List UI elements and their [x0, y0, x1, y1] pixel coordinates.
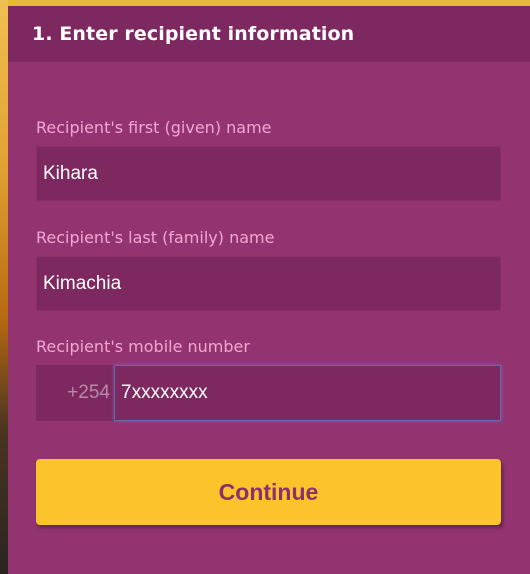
recipient-form: Recipient's first (given) name Recipient… — [8, 62, 530, 525]
mobile-number-row: +254 — [36, 365, 501, 421]
mobile-number-label: Recipient's mobile number — [36, 337, 250, 356]
continue-button[interactable]: Continue — [36, 459, 501, 525]
first-name-input[interactable] — [36, 146, 501, 201]
country-code-prefix: +254 — [36, 365, 114, 421]
mobile-number-input[interactable] — [114, 365, 501, 421]
last-name-label: Recipient's last (family) name — [36, 228, 275, 247]
last-name-input[interactable] — [36, 256, 501, 311]
section-header: 1. Enter recipient information — [8, 6, 530, 62]
section-title: 1. Enter recipient information — [32, 23, 355, 45]
recipient-form-panel: 1. Enter recipient information Recipient… — [8, 0, 530, 574]
first-name-label: Recipient's first (given) name — [36, 118, 272, 137]
